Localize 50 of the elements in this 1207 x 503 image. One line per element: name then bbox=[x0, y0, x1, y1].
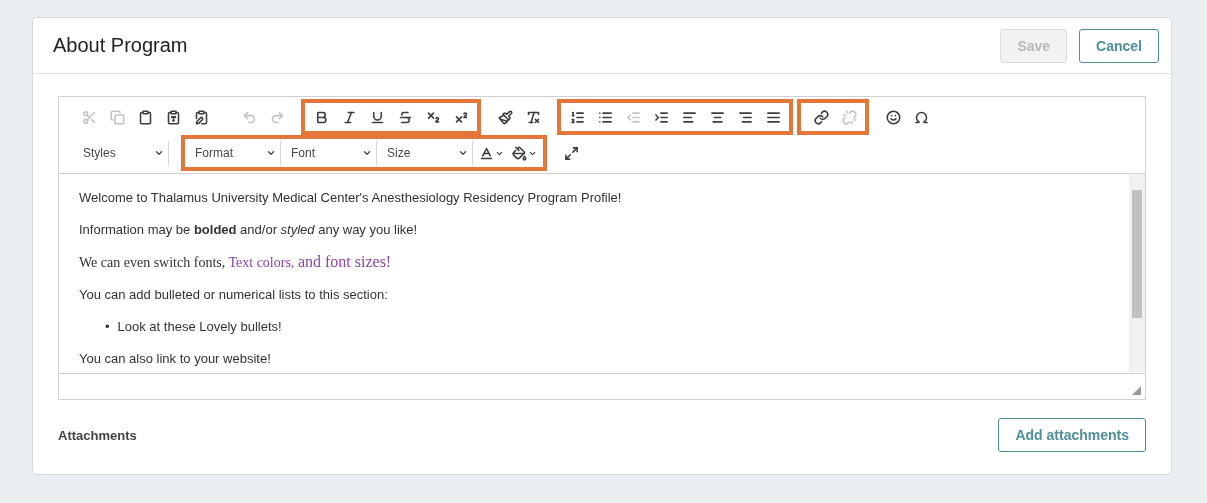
bullet-marker: • bbox=[105, 319, 110, 335]
superscript-icon bbox=[453, 109, 469, 125]
toolbar-dropdown[interactable]: Size bbox=[381, 141, 473, 165]
letter-baseline-icon bbox=[479, 145, 494, 161]
link-icon bbox=[813, 109, 829, 125]
toolbar-dropdown[interactable]: Styles bbox=[77, 141, 169, 165]
scissors-icon bbox=[81, 109, 97, 125]
resize-grip-icon[interactable] bbox=[1132, 386, 1141, 395]
justify-icon bbox=[765, 109, 781, 125]
maximize-icon bbox=[563, 145, 579, 161]
page-title: About Program bbox=[53, 34, 188, 57]
redo-icon bbox=[269, 109, 285, 125]
italic-icon bbox=[341, 109, 357, 125]
align-left-icon bbox=[681, 109, 697, 125]
align-right-icon bbox=[737, 109, 753, 125]
add-attachments-button[interactable]: Add attachments bbox=[998, 418, 1146, 452]
toolbar-dropdown[interactable]: Format bbox=[189, 141, 281, 165]
caret-icon bbox=[362, 148, 372, 158]
paragraph: Information may be bolded and/or styled any way you like! bbox=[79, 222, 419, 238]
caret-icon bbox=[458, 148, 468, 158]
clipboard-pen-icon bbox=[193, 109, 209, 125]
unlink-icon bbox=[841, 109, 857, 125]
paragraph: Welcome to Thalamus University Medical Center's Anesthesiology Residency Program Profile! bbox=[79, 190, 623, 206]
bullet-item: Look at these Lovely bullets! bbox=[117, 319, 282, 335]
undo-icon bbox=[241, 109, 257, 125]
attachments-label: Attachments bbox=[58, 427, 137, 443]
underline-icon bbox=[369, 109, 385, 125]
indent-icon bbox=[653, 109, 669, 125]
outdent-icon bbox=[625, 109, 641, 125]
bulleted-list-icon bbox=[597, 109, 613, 125]
toolbar-dropdown[interactable]: Font bbox=[285, 141, 377, 165]
scrollbar[interactable] bbox=[1129, 174, 1145, 372]
smiley-icon bbox=[885, 109, 901, 125]
align-center-icon bbox=[709, 109, 725, 125]
paragraph: You can add bulleted or numerical lists to this section: bbox=[79, 287, 389, 303]
copy-icon bbox=[109, 109, 125, 125]
paragraph: We can even switch fonts, Text colors, and font sizes! bbox=[79, 254, 393, 271]
caret-icon bbox=[266, 148, 276, 158]
strikethrough-icon bbox=[397, 109, 413, 125]
clipboard-icon bbox=[137, 109, 153, 125]
caret-icon bbox=[154, 148, 164, 158]
omega-icon bbox=[913, 109, 929, 125]
numbered-list-icon bbox=[569, 109, 585, 125]
cancel-button[interactable]: Cancel bbox=[1079, 28, 1159, 63]
paragraph: You can also link to your website! bbox=[79, 351, 272, 367]
clipboard-text-icon bbox=[165, 109, 181, 125]
paint-bucket-icon bbox=[512, 145, 527, 161]
subscript-icon bbox=[425, 109, 441, 125]
paintbrush-icon bbox=[497, 109, 513, 125]
clear-format-icon bbox=[525, 109, 541, 125]
